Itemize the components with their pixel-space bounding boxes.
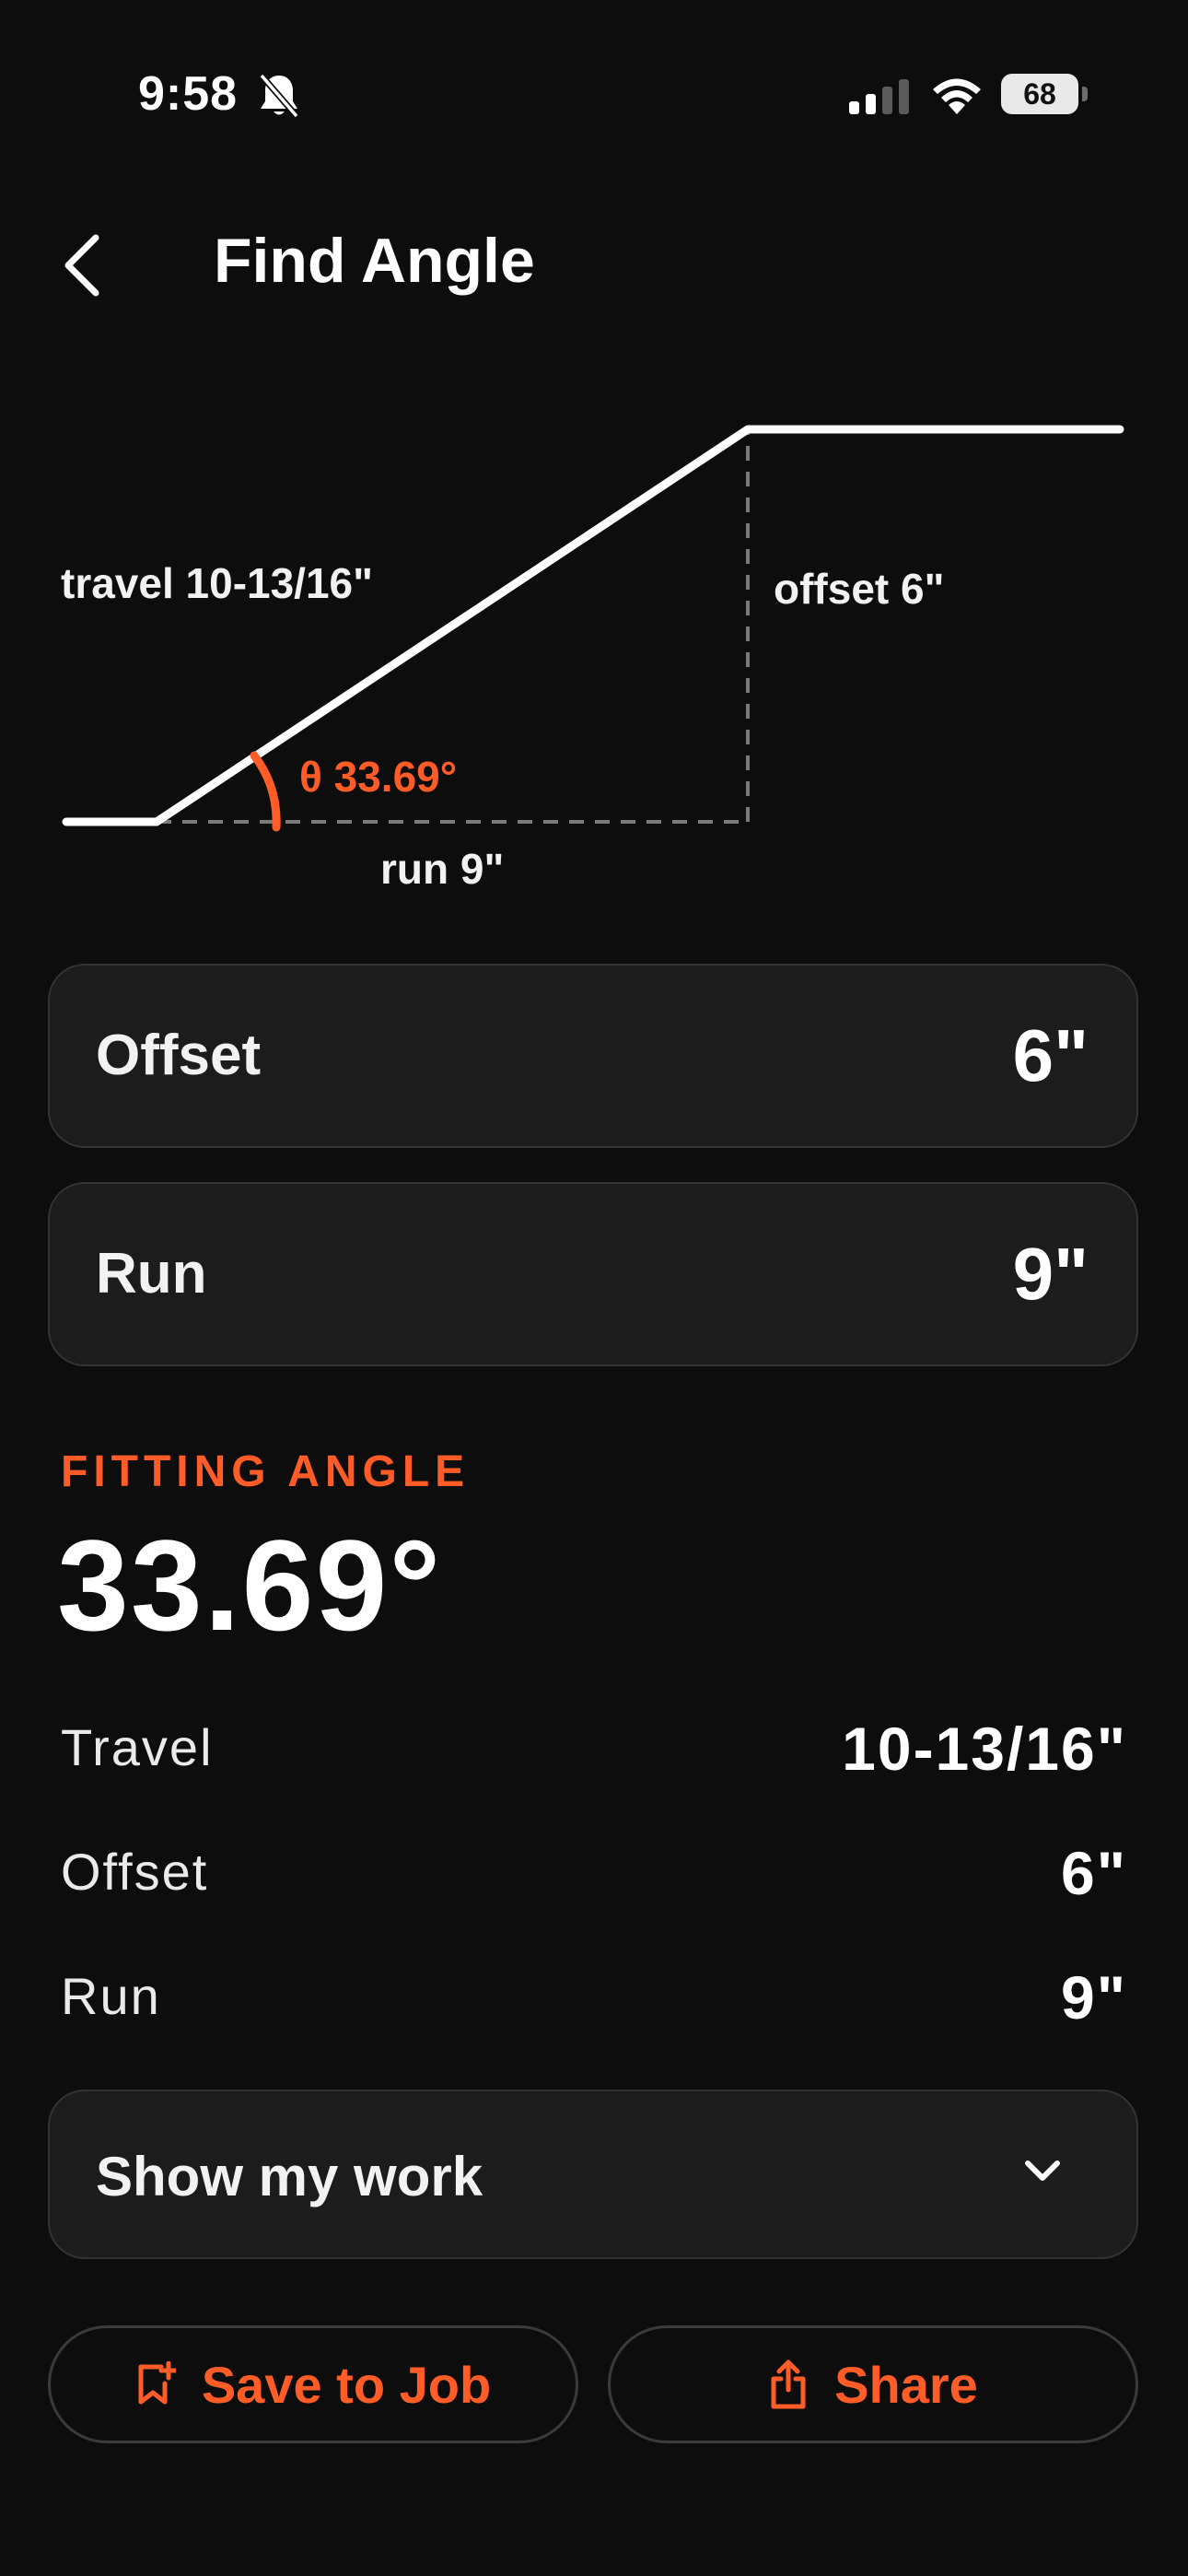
travel-label: travel 10-13/16" (61, 559, 373, 607)
pipe-path (62, 425, 1124, 826)
fitting-angle-value: 33.69° (57, 1513, 443, 1657)
battery-icon: 68 (1001, 74, 1088, 114)
run-stat-label: Run (61, 1967, 161, 2025)
wifi-icon (933, 78, 981, 114)
offset-diagram-graphic (62, 425, 1124, 832)
share-button[interactable]: Share (608, 2325, 1138, 2443)
run-input-card[interactable]: Run 9" (48, 1182, 1138, 1366)
show-my-work-toggle[interactable]: Show my work (48, 2090, 1138, 2259)
bell-slash-icon (259, 73, 299, 119)
travel-stat-row: Travel 10-13/16" (61, 1714, 1127, 1787)
battery-level: 68 (1001, 74, 1078, 114)
run-stat-value: 9" (1061, 1963, 1127, 2032)
offset-label: offset 6" (774, 565, 945, 613)
back-chevron-icon (64, 234, 99, 297)
back-button[interactable] (55, 230, 111, 300)
offset-stat-value: 6" (1061, 1839, 1127, 1907)
cellular-signal-icon (849, 79, 909, 114)
bookmark-add-icon (138, 2361, 176, 2405)
page-title: Find Angle (214, 226, 535, 296)
travel-stat-value: 10-13/16" (842, 1715, 1127, 1783)
battery-tip (1082, 87, 1088, 101)
travel-stat-label: Travel (61, 1718, 214, 1776)
run-label: run 9" (380, 845, 505, 893)
offset-diagram: travel 10-13/16" offset 6" θ 33.69° run … (0, 387, 1188, 921)
chevron-down-icon (1025, 2160, 1060, 2181)
offset-stat-row: Offset 6" (61, 1838, 1127, 1912)
show-my-work-label: Show my work (96, 2146, 483, 2207)
angle-arc (250, 751, 281, 832)
save-to-job-label: Save to Job (201, 2355, 492, 2414)
offset-input-label: Offset (96, 1024, 262, 1087)
offset-input-value[interactable]: 6" (1013, 1013, 1089, 1098)
angle-label: θ 33.69° (299, 753, 458, 801)
offset-stat-label: Offset (61, 1843, 209, 1901)
screen: 9:58 68 Find Angle travel 10-13/16" offs… (0, 0, 1188, 2576)
share-icon (771, 2359, 806, 2409)
offset-input-card[interactable]: Offset 6" (48, 964, 1138, 1148)
save-to-job-button[interactable]: Save to Job (48, 2325, 578, 2443)
status-time: 9:58 (138, 67, 239, 121)
run-input-value[interactable]: 9" (1013, 1232, 1089, 1317)
share-label: Share (834, 2355, 978, 2414)
run-stat-row: Run 9" (61, 1962, 1127, 2036)
fitting-angle-label: FITTING ANGLE (61, 1447, 471, 1496)
run-input-label: Run (96, 1242, 207, 1306)
